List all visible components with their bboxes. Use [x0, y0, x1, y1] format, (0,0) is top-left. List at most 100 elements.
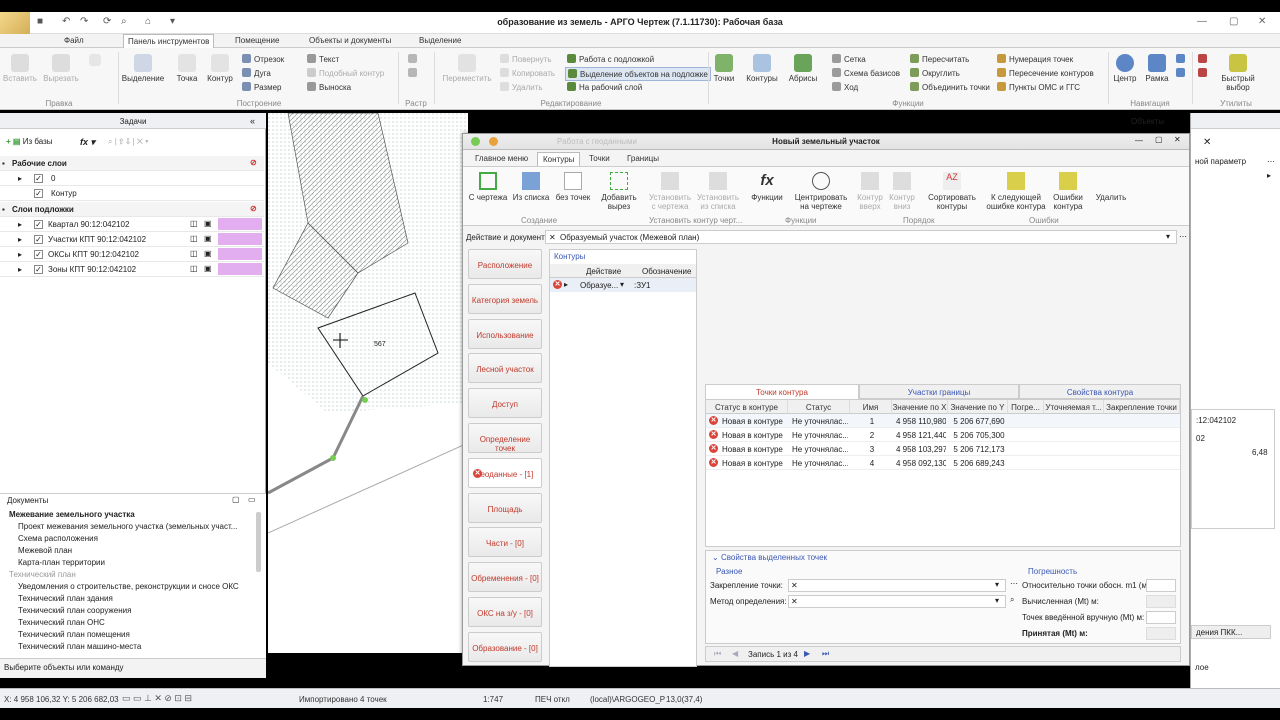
- raster-button-2[interactable]: [408, 68, 420, 78]
- chevron-down-icon[interactable]: ▾: [995, 580, 999, 589]
- clear-icon[interactable]: ✕: [791, 581, 798, 590]
- points-column-header[interactable]: Погре...: [1008, 400, 1044, 414]
- points-button[interactable]: Точки: [710, 54, 738, 83]
- tab-contour-points[interactable]: Точки контура: [705, 384, 859, 399]
- tab-main-menu[interactable]: Главное меню: [475, 154, 528, 163]
- nav-section-button[interactable]: ОКС на з/у - [0]: [468, 597, 542, 627]
- tab-points[interactable]: Точки: [589, 154, 610, 163]
- settings-icon[interactable]: ▣: [204, 249, 212, 258]
- expand-icon[interactable]: ▸: [564, 280, 568, 289]
- more-icon[interactable]: ⋯: [1179, 232, 1187, 241]
- maximize-icon[interactable]: ▢: [1155, 135, 1163, 144]
- binoculars-icon[interactable]: ◫: [190, 234, 198, 243]
- base-layer-row[interactable]: ▸ ✓ ОКСы КПТ 90:12:042102 ◫ ▣: [0, 247, 264, 262]
- layer-row[interactable]: ▸ ✓ 0: [0, 171, 264, 186]
- nav-section-button[interactable]: Категория земель: [468, 283, 542, 314]
- cut-button[interactable]: Вырезать: [42, 54, 80, 83]
- contour-button[interactable]: Контур: [203, 54, 237, 83]
- from-drawing-button[interactable]: С чертежа: [467, 170, 509, 234]
- document-item[interactable]: Технический план ОНС: [18, 618, 105, 627]
- chevron-down-icon[interactable]: ▾: [1166, 232, 1170, 241]
- points-column-header[interactable]: Имя: [850, 400, 892, 414]
- points-row[interactable]: ✕ Новая в контуре Не уточнялас... 2 4 958 12…: [706, 428, 1180, 442]
- copy-small-button[interactable]: [84, 54, 106, 68]
- nav-section-button[interactable]: Образование - [0]: [468, 631, 542, 662]
- functions-button[interactable]: fx Функции: [747, 170, 787, 234]
- tab-toolbar[interactable]: Панель инструментов: [123, 34, 215, 49]
- visibility-icon[interactable]: ⊘: [250, 158, 257, 167]
- nav-section-button[interactable]: Лесной участок: [468, 353, 542, 384]
- contours-button[interactable]: Контуры: [742, 54, 782, 83]
- nav-section-button[interactable]: Площадь: [468, 492, 542, 523]
- next-record-icon[interactable]: ▶: [804, 649, 810, 658]
- expand-icon[interactable]: ▸: [18, 250, 22, 259]
- merge-points-button[interactable]: Объединить точки: [910, 82, 990, 92]
- points-column-header[interactable]: Значение по Y: [948, 400, 1008, 414]
- method-select[interactable]: ✕ ▾: [788, 595, 1006, 608]
- tab-boundaries[interactable]: Границы: [627, 154, 659, 163]
- more-icon[interactable]: ⋯: [1010, 579, 1018, 588]
- chevron-down-icon[interactable]: ▾: [995, 596, 999, 605]
- binoculars-icon[interactable]: ◫: [190, 219, 198, 228]
- nav-section-button[interactable]: Доступ: [468, 388, 542, 419]
- center-button[interactable]: Центр: [1110, 54, 1140, 83]
- work-with-base-button[interactable]: Работа с подложкой: [567, 54, 654, 64]
- folder-icon[interactable]: ▭: [248, 495, 256, 504]
- recalc-button[interactable]: Пересчитать: [910, 54, 969, 64]
- search-icon[interactable]: ⌕: [1010, 595, 1014, 605]
- more-icon[interactable]: ⋯: [1267, 157, 1275, 166]
- points-row[interactable]: ✕ Новая в контуре Не уточнялас... 4 4 958 09…: [706, 456, 1180, 470]
- intersection-button[interactable]: Пересечение контуров: [997, 68, 1094, 78]
- document-item[interactable]: Технический план помещения: [18, 630, 130, 639]
- arc-button[interactable]: Дуга: [242, 68, 271, 78]
- pkk-button[interactable]: дения ПКК...: [1191, 625, 1271, 639]
- settings-icon[interactable]: ▣: [204, 219, 212, 228]
- size-button[interactable]: Размер: [242, 82, 282, 92]
- document-item[interactable]: Уведомления о строительстве, реконструкц…: [18, 582, 239, 591]
- delete-button[interactable]: Удалить: [500, 82, 543, 92]
- copy-button[interactable]: Копировать: [500, 68, 555, 78]
- minimize-icon[interactable]: —: [1197, 16, 1207, 27]
- chevron-icon[interactable]: ⌄: [712, 553, 721, 562]
- raster-button[interactable]: [408, 54, 420, 64]
- points-column-header[interactable]: Значение по X: [892, 400, 948, 414]
- tab-file[interactable]: Файл: [64, 36, 84, 45]
- quick-select-button[interactable]: Быстрый выбор: [1218, 54, 1258, 92]
- first-record-icon[interactable]: ⏮: [714, 649, 721, 659]
- document-item[interactable]: Технический план машино-места: [18, 642, 141, 651]
- binoculars-icon[interactable]: ◫: [190, 249, 198, 258]
- to-working-layer-button[interactable]: На рабочий слой: [567, 82, 642, 92]
- layer-color-swatch[interactable]: [218, 233, 262, 245]
- close-icon[interactable]: ✕: [1203, 137, 1211, 148]
- document-group[interactable]: Технический план: [9, 570, 76, 579]
- tab-room[interactable]: Помещение: [235, 36, 279, 45]
- fixing-select[interactable]: ✕ ▾: [788, 579, 1006, 592]
- base-layer-row[interactable]: ▸ ✓ Зоны КПТ 90:12:042102 ◫ ▣: [0, 262, 264, 277]
- clear-icon[interactable]: ✕: [791, 597, 798, 606]
- no-points-button[interactable]: без точек: [553, 170, 593, 234]
- course-button[interactable]: Ход: [832, 82, 858, 92]
- layer-checkbox[interactable]: ✓: [34, 174, 43, 183]
- document-item[interactable]: Карта-план территории: [18, 558, 105, 567]
- function-icon[interactable]: fx ▾: [80, 137, 95, 148]
- add-cut-button[interactable]: Добавить вырез: [597, 170, 641, 234]
- layer-checkbox[interactable]: ✓: [34, 220, 43, 229]
- point-button[interactable]: Точка: [172, 54, 202, 83]
- map-canvas[interactable]: 567: [268, 113, 468, 653]
- round-button[interactable]: Округлить: [910, 68, 960, 78]
- layer-row[interactable]: ✓ Контур: [0, 186, 264, 201]
- clear-icon[interactable]: ✕: [549, 233, 556, 242]
- points-column-header[interactable]: Уточняемая т...: [1044, 400, 1104, 414]
- document-group[interactable]: Межевание земельного участка: [9, 510, 135, 519]
- text-button[interactable]: Текст: [307, 54, 339, 64]
- expand-icon[interactable]: ▸: [18, 235, 22, 244]
- contour-up-button[interactable]: Контур вверх: [855, 170, 885, 234]
- points-column-header[interactable]: Статус в контуре: [706, 400, 788, 414]
- maximize-icon[interactable]: ▢: [1229, 16, 1238, 27]
- rel-input[interactable]: [1146, 579, 1176, 592]
- nav-section-button[interactable]: Части - [0]: [468, 527, 542, 558]
- binoculars-icon[interactable]: ◫: [190, 264, 198, 273]
- tab-contours[interactable]: Контуры: [537, 152, 581, 166]
- points-row[interactable]: ✕ Новая в контуре Не уточнялас... 3 4 958 10…: [706, 442, 1180, 456]
- expand-icon[interactable]: ▸: [18, 220, 22, 229]
